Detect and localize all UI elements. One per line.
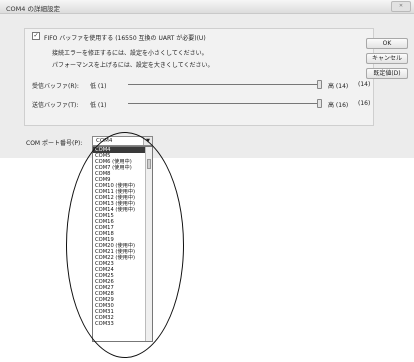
receive-buffer-high: 高 (14): [328, 83, 349, 90]
window-title: COM4 の詳細設定: [6, 5, 60, 13]
transmit-buffer-label: 送信バッファ(T):: [32, 102, 79, 109]
transmit-buffer-high: 高 (16): [328, 102, 349, 109]
receive-buffer-slider-thumb[interactable]: [317, 80, 322, 89]
com-port-label: COM ポート番号(P):: [26, 140, 83, 147]
fifo-hint-higher: パフォーマンスを上げるには、設定を大きくしてください。: [52, 62, 214, 69]
settings-panel: [24, 28, 374, 126]
title-bar: COM4 の詳細設定 ✕: [0, 0, 414, 14]
advanced-settings-window: COM4 の詳細設定 ✕ ✓ FIFO バッファを使用する (16550 互換の…: [0, 0, 414, 158]
ok-button[interactable]: OK: [366, 38, 408, 49]
highlight-ellipse: [66, 132, 184, 358]
transmit-buffer-slider[interactable]: [128, 103, 320, 104]
fifo-checkbox-label: FIFO バッファを使用する (16550 互換の UART が必要)(U): [44, 35, 206, 42]
fifo-hint-lower: 接続エラーを修正するには、設定を小さくしてください。: [52, 50, 208, 57]
receive-buffer-value: (14): [358, 81, 371, 88]
receive-buffer-slider[interactable]: [128, 84, 320, 85]
defaults-button[interactable]: 既定値(D): [366, 68, 408, 79]
transmit-buffer-low: 低 (1): [90, 102, 107, 109]
transmit-buffer-value: (16): [358, 100, 371, 107]
transmit-buffer-slider-thumb[interactable]: [317, 99, 322, 108]
receive-buffer-label: 受信バッファ(R):: [32, 83, 79, 90]
receive-buffer-low: 低 (1): [90, 83, 107, 90]
close-icon[interactable]: ✕: [391, 1, 411, 12]
fifo-checkbox[interactable]: ✓: [32, 32, 40, 40]
cancel-button[interactable]: キャンセル: [366, 53, 408, 64]
